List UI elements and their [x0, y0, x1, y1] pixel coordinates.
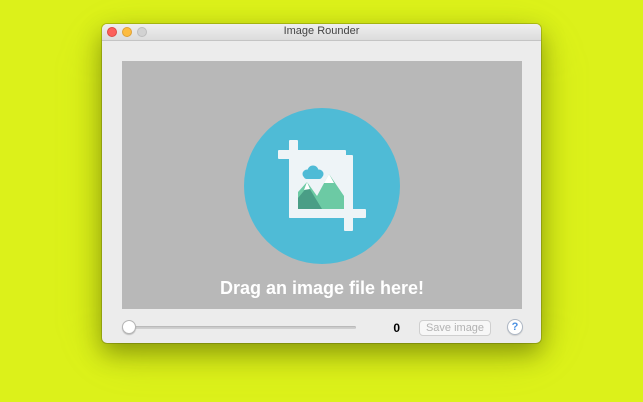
image-drop-zone[interactable]: Drag an image file here! — [122, 61, 522, 309]
title-bar[interactable]: Image Rounder — [102, 24, 541, 41]
crop-frame-right — [344, 155, 353, 231]
crop-image-icon — [244, 108, 400, 264]
help-button[interactable]: ? — [507, 319, 523, 335]
crop-frame-left — [289, 140, 298, 218]
slider-thumb[interactable] — [122, 320, 136, 334]
window-title: Image Rounder — [283, 25, 360, 37]
save-image-button[interactable]: Save image — [419, 320, 491, 336]
app-window: Image Rounder Drag an image file here! 0… — [102, 24, 541, 343]
corner-radius-slider[interactable] — [122, 320, 356, 334]
drop-prompt: Drag an image file here! — [219, 278, 425, 298]
slider-track[interactable] — [126, 326, 356, 329]
crop-frame-bottom — [289, 209, 366, 218]
crop-frame-top — [278, 150, 346, 159]
radius-value-label: 0 — [393, 321, 400, 335]
